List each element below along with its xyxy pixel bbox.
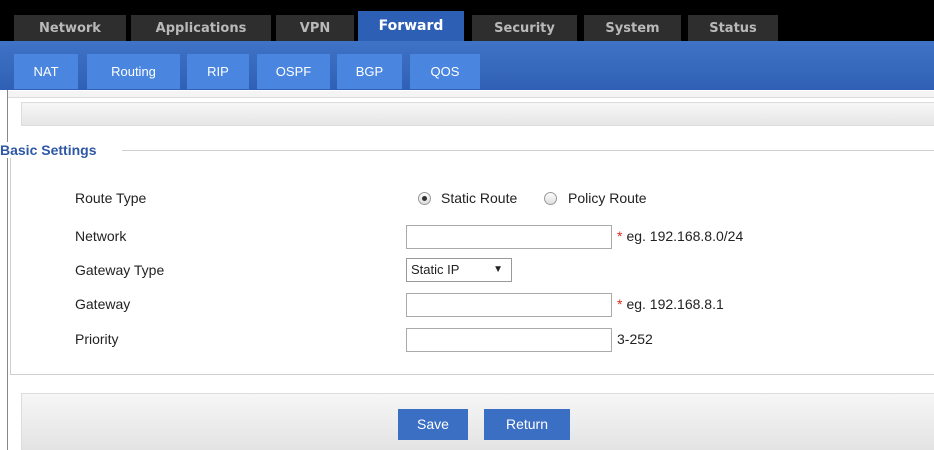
tab-network[interactable]: Network: [14, 15, 126, 41]
gateway-type-value: Static IP: [411, 262, 460, 277]
tab-status[interactable]: Status: [688, 15, 778, 41]
static-route-label: Static Route: [441, 190, 518, 206]
form-footer: [21, 393, 934, 450]
priority-input[interactable]: [406, 328, 612, 352]
network-label: Network: [75, 228, 127, 244]
gateway-input[interactable]: [406, 293, 612, 317]
gateway-hint-text: eg. 192.168.8.1: [626, 296, 724, 312]
network-hint-text: eg. 192.168.8.0/24: [626, 228, 744, 244]
network-required-mark: *: [617, 228, 623, 244]
top-nav-bar: Network Applications VPN Forward Securit…: [0, 0, 934, 41]
network-input[interactable]: [406, 225, 612, 249]
policy-route-label: Policy Route: [568, 190, 647, 206]
sub-nav-bar: NAT Routing RIP OSPF BGP QOS: [0, 41, 934, 90]
tab-applications[interactable]: Applications: [131, 15, 271, 41]
gateway-required-mark: *: [617, 296, 623, 312]
return-button[interactable]: Return: [484, 409, 570, 440]
header-bar: [21, 102, 934, 126]
save-button[interactable]: Save: [398, 409, 468, 440]
priority-hint: 3-252: [617, 331, 653, 347]
tab-forward[interactable]: Forward: [358, 11, 464, 41]
subtab-routing[interactable]: Routing: [87, 54, 180, 89]
gateway-hint: * eg. 192.168.8.1: [617, 296, 724, 312]
basic-settings-legend: Basic Settings: [0, 142, 123, 158]
priority-label: Priority: [75, 331, 119, 347]
dropdown-arrow-icon: ▼: [493, 264, 503, 275]
subtab-ospf[interactable]: OSPF: [257, 54, 330, 89]
subtab-nat[interactable]: NAT: [14, 54, 78, 89]
content-top-strip: [8, 91, 934, 98]
tab-system[interactable]: System: [584, 15, 681, 41]
tab-security[interactable]: Security: [472, 15, 577, 41]
gateway-type-label: Gateway Type: [75, 262, 165, 278]
policy-route-radio[interactable]: [544, 192, 557, 205]
route-type-label: Route Type: [75, 190, 147, 206]
tab-vpn[interactable]: VPN: [276, 15, 354, 41]
gateway-label: Gateway: [75, 296, 131, 312]
subtab-qos[interactable]: QOS: [410, 54, 480, 89]
subtab-bgp[interactable]: BGP: [337, 54, 402, 89]
subtab-rip[interactable]: RIP: [187, 54, 249, 89]
static-route-radio[interactable]: [418, 192, 431, 205]
gateway-type-select[interactable]: Static IP ▼: [406, 258, 512, 282]
network-hint: * eg. 192.168.8.0/24: [617, 228, 743, 244]
